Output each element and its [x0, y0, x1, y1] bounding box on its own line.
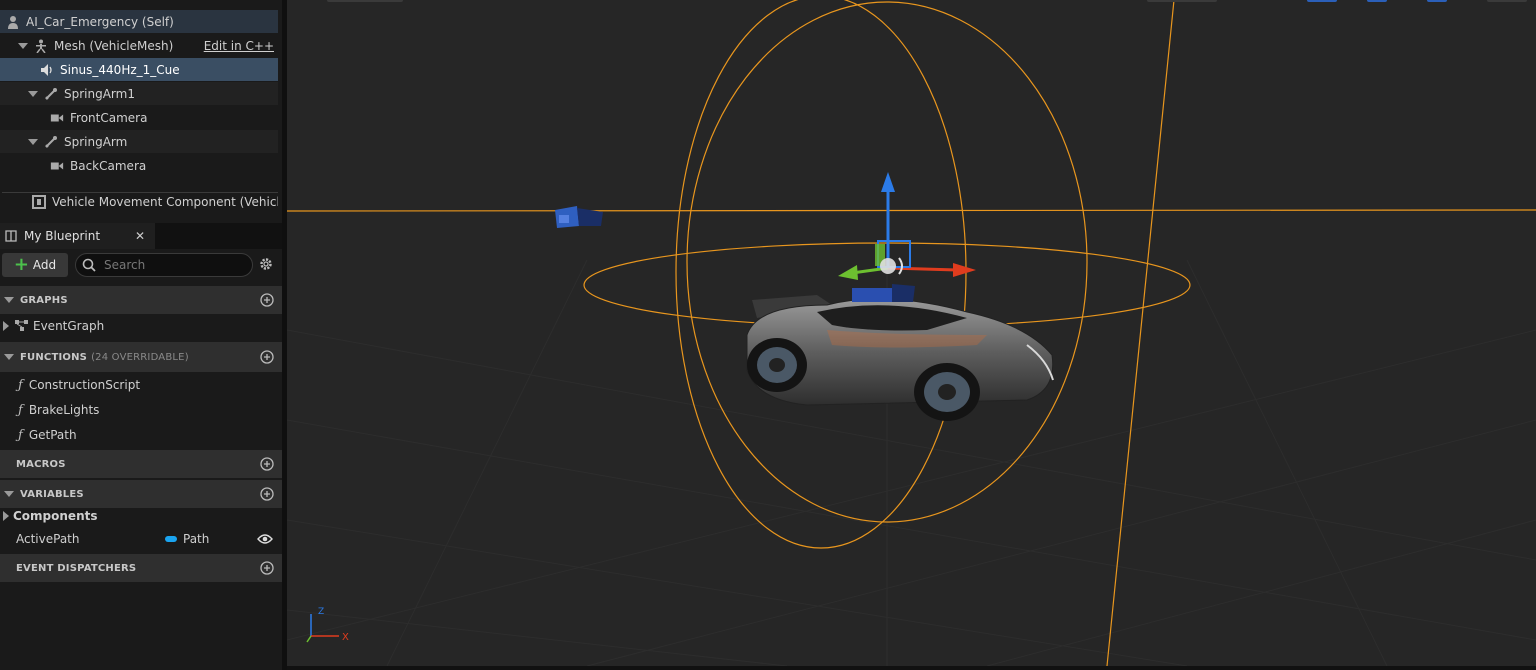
component-label: BackCamera [70, 158, 147, 173]
car-model[interactable] [746, 295, 1054, 421]
car-camera-widget[interactable] [852, 284, 915, 302]
add-button-label: Add [32, 258, 57, 272]
section-label: VARIABLES [20, 488, 84, 500]
variable-item-activepath[interactable]: ActivePath Path [0, 527, 282, 551]
expand-arrow-icon[interactable] [3, 511, 9, 521]
component-label: SpringArm1 [64, 86, 135, 101]
close-icon[interactable]: ✕ [135, 229, 145, 243]
section-graphs[interactable]: GRAPHS [0, 286, 282, 314]
tab-label: My Blueprint [24, 229, 101, 243]
spring-arm-icon [44, 87, 58, 101]
skeletal-mesh-icon [34, 39, 48, 53]
movement-component-icon [32, 194, 46, 209]
collapse-arrow-icon[interactable] [18, 42, 28, 49]
component-row-springarm[interactable]: SpringArm [0, 130, 278, 153]
axis-x-label: X [342, 632, 349, 643]
camera-widget[interactable] [555, 206, 603, 228]
add-function-icon[interactable] [260, 350, 274, 367]
spring-arm-icon [44, 135, 58, 149]
collapse-arrow-icon[interactable] [28, 138, 38, 145]
edit-in-cpp-link[interactable]: Edit in C++ [204, 39, 274, 53]
search-icon [82, 258, 96, 272]
tab-my-blueprint[interactable]: My Blueprint ✕ [0, 223, 155, 249]
variable-type-pin-icon [165, 536, 177, 542]
gear-icon[interactable] [258, 256, 274, 275]
speaker-icon [40, 63, 54, 77]
sphere-ring-front [675, 0, 967, 549]
component-row-mesh[interactable]: Mesh (VehicleMesh) Edit in C++ [0, 34, 278, 57]
book-icon [4, 229, 18, 243]
collapse-arrow-icon[interactable] [28, 90, 38, 97]
section-label: FUNCTIONS [20, 351, 88, 363]
variable-category-components[interactable]: Components [0, 505, 282, 527]
camera-icon [50, 159, 64, 173]
left-panel: AI_Car_Emergency (Self) Mesh (VehicleMes… [0, 0, 282, 670]
camera-icon [50, 111, 64, 125]
function-icon: ƒ [18, 402, 23, 418]
collapse-arrow-icon [4, 354, 14, 360]
component-row-sound-cue[interactable]: Sinus_440Hz_1_Cue [0, 58, 278, 81]
add-dispatcher-icon[interactable] [260, 561, 274, 578]
variable-type: Path [183, 532, 210, 546]
section-variables[interactable]: VARIABLES [0, 480, 282, 508]
person-icon [6, 15, 20, 29]
add-macro-icon[interactable] [260, 457, 274, 474]
add-variable-icon[interactable] [260, 487, 274, 504]
function-label: ConstructionScript [28, 378, 141, 392]
tab-bar: My Blueprint ✕ [0, 223, 282, 249]
section-label: MACROS [16, 458, 66, 470]
function-item-brakelights[interactable]: ƒ BrakeLights [0, 398, 282, 422]
viewport[interactable]: Z X [287, 0, 1536, 666]
section-macros[interactable]: MACROS [0, 450, 282, 478]
function-item-constructionscript[interactable]: ƒ ConstructionScript [0, 373, 282, 397]
blueprint-toolbar: + Add [0, 251, 282, 281]
component-label: AI_Car_Emergency (Self) [26, 14, 174, 29]
function-item-getpath[interactable]: ƒ GetPath [0, 423, 282, 447]
function-icon: ƒ [18, 377, 23, 393]
component-label: Sinus_440Hz_1_Cue [60, 62, 180, 77]
function-label: BrakeLights [28, 403, 100, 417]
section-event-dispatchers[interactable]: EVENT DISPATCHERS [0, 554, 282, 582]
section-label: EVENT DISPATCHERS [16, 562, 137, 574]
category-label: Components [13, 509, 98, 523]
collapse-arrow-icon [4, 297, 14, 303]
component-row-frontcamera[interactable]: FrontCamera [0, 106, 278, 129]
viewport-toolbar-edge [327, 0, 1527, 2]
graph-icon [15, 319, 29, 333]
section-label: GRAPHS [20, 294, 68, 306]
collapse-arrow-icon [4, 491, 14, 497]
component-label: FrontCamera [70, 110, 148, 125]
axis-indicator: Z X [306, 607, 349, 643]
graph-item-eventgraph[interactable]: EventGraph [0, 314, 282, 338]
plus-icon: + [13, 254, 29, 275]
search-box[interactable] [75, 253, 253, 277]
variable-name: ActivePath [16, 532, 80, 546]
viewport-bottom-border [287, 666, 1536, 670]
component-row-backcamera[interactable]: BackCamera [0, 154, 278, 177]
axis-z-label: Z [318, 607, 324, 617]
components-tree: AI_Car_Emergency (Self) Mesh (VehicleMes… [0, 8, 282, 216]
selection-line [1106, 0, 1175, 666]
section-sublabel: (24 OVERRIDABLE) [91, 351, 189, 363]
search-input[interactable] [102, 257, 246, 273]
viewport-scene: Z X [287, 0, 1536, 666]
component-label: Mesh (VehicleMesh) [54, 38, 174, 53]
function-icon: ƒ [18, 427, 23, 443]
add-graph-icon[interactable] [260, 293, 274, 310]
section-functions[interactable]: FUNCTIONS (24 OVERRIDABLE) [0, 342, 282, 372]
component-row-springarm1[interactable]: SpringArm1 [0, 82, 278, 105]
component-label: Vehicle Movement Component (VehicleI [52, 194, 278, 209]
expand-arrow-icon[interactable] [3, 321, 9, 331]
component-row-self[interactable]: AI_Car_Emergency (Self) [0, 10, 278, 33]
horizon-line [287, 209, 1536, 212]
component-label: SpringArm [64, 134, 128, 149]
component-row-vehicle-movement[interactable]: Vehicle Movement Component (VehicleI [0, 190, 278, 213]
transform-gizmo[interactable] [838, 172, 976, 280]
function-label: GetPath [28, 428, 77, 442]
eye-icon[interactable] [257, 533, 273, 545]
graph-label: EventGraph [33, 319, 105, 333]
add-button[interactable]: + Add [2, 253, 68, 277]
